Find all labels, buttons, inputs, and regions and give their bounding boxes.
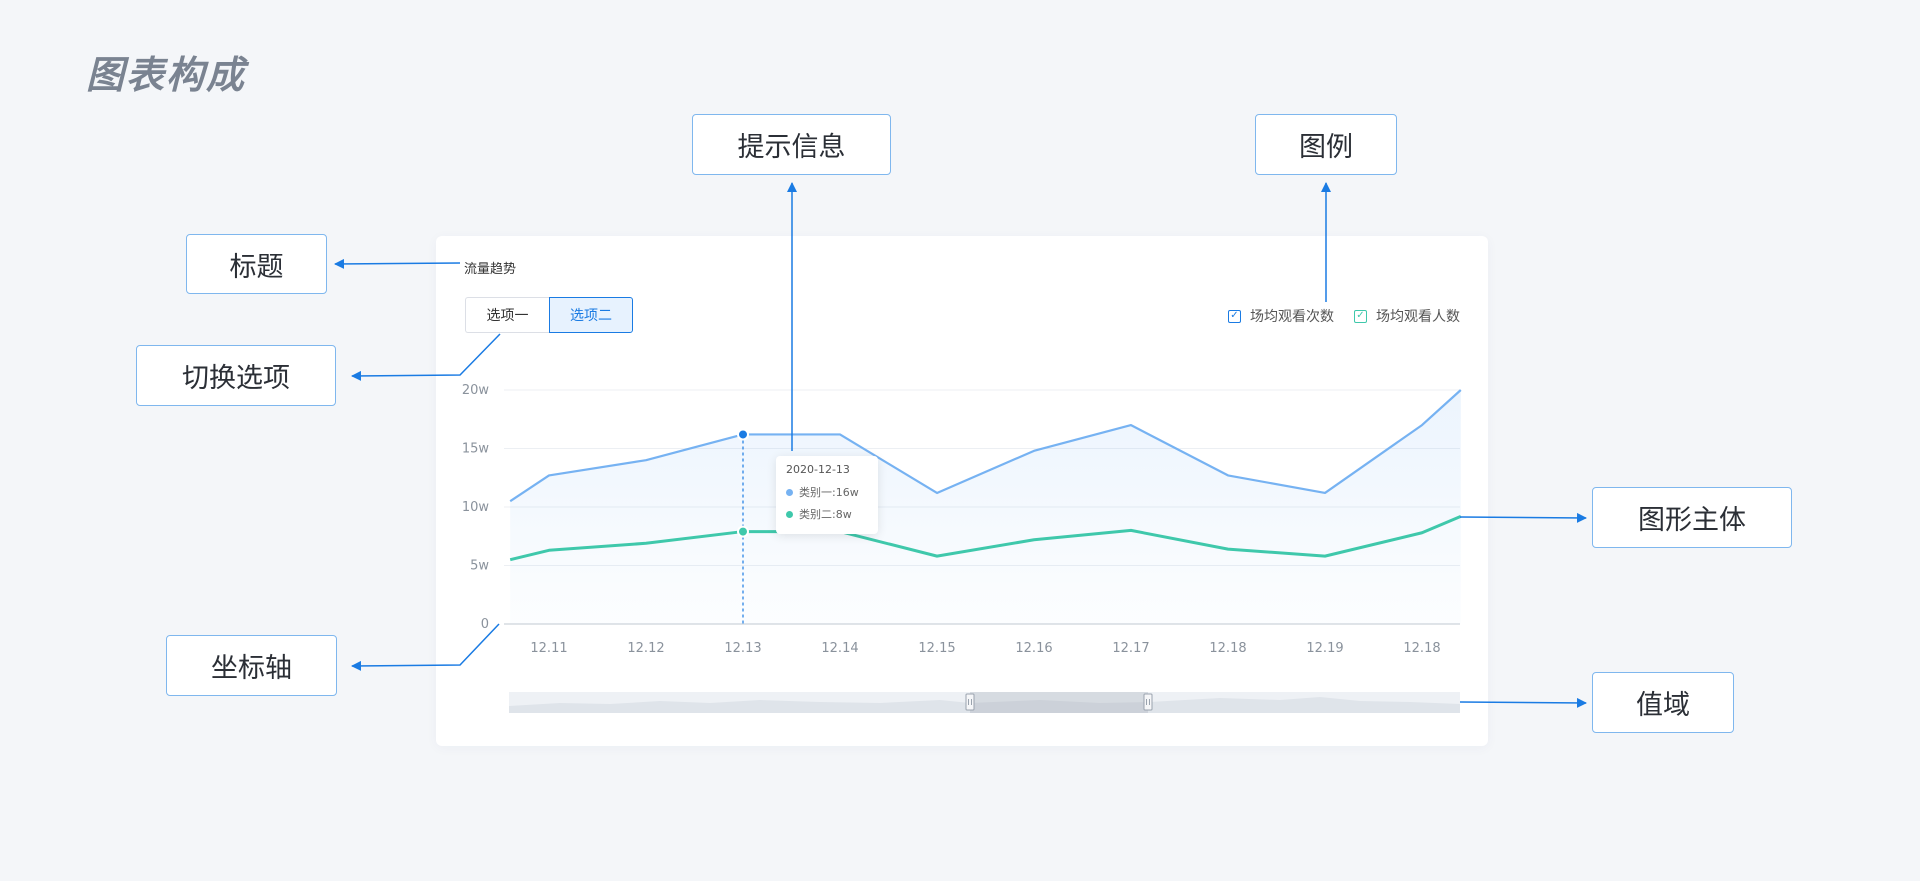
connector-graphic-body (1459, 512, 1587, 523)
range-slider-selection[interactable] (970, 692, 1148, 713)
x-tick-label: 12.19 (1306, 641, 1343, 656)
x-tick-label: 12.13 (724, 641, 761, 656)
series1-dot-icon (786, 488, 793, 496)
range-slider[interactable] (509, 692, 1460, 713)
series1-area (510, 390, 1461, 624)
chart-tooltip: 2020-12-13 类别一:16w 类别二:8w (776, 456, 878, 534)
connector-title (334, 258, 461, 269)
connector-switch-option (351, 333, 501, 381)
chart-plot: 0 5w 10w 15w 20w 12.11 12.12 12.13 12.14 12.15 12.… (334, 182, 1587, 713)
x-tick-label: 12.15 (918, 641, 955, 656)
x-tick-label: 12.18 (1403, 641, 1440, 656)
y-tick-label: 10w (462, 500, 490, 515)
x-tick-label: 12.12 (627, 641, 664, 656)
series2-highlight-point (737, 525, 749, 538)
tooltip-value-series2: 类别二:8w (799, 508, 852, 521)
connector-axis (351, 623, 500, 671)
y-tick-label: 20w (462, 383, 490, 398)
tooltip-date: 2020-12-13 (786, 463, 850, 476)
y-tick-label: 5w (470, 559, 489, 574)
tooltip-row-series2: 类别二:8w (786, 503, 868, 525)
series1-highlight-point (737, 428, 749, 441)
range-handle-right[interactable] (1143, 693, 1153, 711)
x-tick-label: 12.16 (1015, 641, 1052, 656)
x-tick-label: 12.17 (1112, 641, 1149, 656)
connector-value-range (1459, 697, 1587, 708)
tooltip-value-series1: 类别一:16w (799, 486, 859, 499)
tooltip-row-series1: 类别一:16w (786, 481, 868, 503)
series2-dot-icon (786, 510, 793, 518)
y-tick-label: 15w (462, 442, 490, 457)
x-tick-label: 12.14 (821, 641, 858, 656)
range-handle-left[interactable] (965, 693, 975, 711)
y-tick-label: 0 (481, 617, 489, 632)
x-tick-label: 12.18 (1209, 641, 1246, 656)
x-tick-label: 12.11 (530, 641, 567, 656)
